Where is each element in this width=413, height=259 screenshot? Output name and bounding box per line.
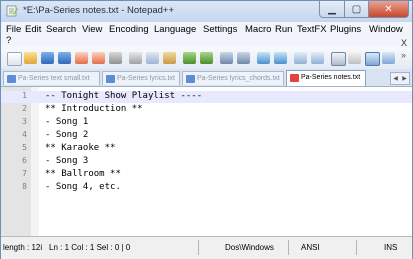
tab-label: Pa-Series notes.txt: [301, 74, 361, 81]
notepad-app-icon: [6, 5, 18, 17]
replace-icon[interactable]: [237, 52, 250, 64]
menu-view[interactable]: View: [82, 24, 102, 35]
editor-line[interactable]: 7 ** Ballroom **: [1, 169, 412, 181]
minimize-button[interactable]: ▁: [319, 1, 345, 18]
tab-label: Pa-Series lyrics.txt: [117, 75, 175, 82]
maximize-icon: ▢: [351, 3, 362, 15]
status-bar: length : 12i Ln : 1 Col : 1 Sel : 0 | 0 …: [1, 236, 412, 259]
save-all-icon[interactable]: [58, 52, 71, 64]
unsaved-file-icon: [290, 74, 299, 82]
saved-file-icon: [7, 75, 16, 83]
line-number: 4: [22, 130, 27, 139]
editor-line[interactable]: 8 - Song 4, etc.: [1, 182, 412, 194]
line-text[interactable]: ** Ballroom **: [45, 169, 121, 179]
minimize-icon: ▁: [328, 3, 336, 15]
user-defined-language-icon[interactable]: [382, 52, 395, 64]
line-text[interactable]: - Song 2: [45, 130, 88, 140]
menu-run[interactable]: Run: [275, 24, 292, 35]
menu-macro[interactable]: Macro: [245, 24, 271, 35]
editor-line[interactable]: 5 ** Karaoke **: [1, 143, 412, 155]
menu-settings[interactable]: Settings: [203, 24, 237, 35]
tab-pa-series-notes[interactable]: Pa-Series notes.txt: [286, 70, 366, 86]
editor-line[interactable]: 3 - Song 1: [1, 117, 412, 129]
new-file-icon[interactable]: [7, 52, 22, 66]
tab-scroll-buttons[interactable]: ◀ ▶: [390, 72, 410, 85]
window-title: *E:\Pa-Series notes.txt - Notepad++: [23, 5, 175, 16]
status-eol-format: Dos\Windows: [225, 243, 274, 252]
line-text[interactable]: - Song 4, etc.: [45, 182, 121, 192]
line-number: 6: [22, 156, 27, 165]
chevron-left-icon[interactable]: ◀: [393, 75, 398, 82]
status-length: length : 12i: [3, 243, 43, 252]
menu-encoding[interactable]: Encoding: [109, 24, 149, 35]
sync-horizontal-icon[interactable]: [311, 52, 324, 64]
document-tabs: Pa-Series text small.txt Pa-Series lyric…: [1, 69, 412, 87]
line-text[interactable]: ** Introduction **: [45, 104, 143, 114]
status-insert-mode: INS: [384, 243, 398, 252]
close-icon[interactable]: [75, 52, 88, 64]
close-icon: ✕: [384, 3, 393, 15]
line-text[interactable]: -- Tonight Show Playlist ----: [45, 91, 202, 101]
menu-edit[interactable]: Edit: [25, 24, 41, 35]
line-number: 2: [22, 104, 27, 113]
menu-language[interactable]: Language: [154, 24, 196, 35]
save-icon[interactable]: [41, 52, 54, 64]
title-bar[interactable]: *E:\Pa-Series notes.txt - Notepad++ ▁ ▢ …: [1, 1, 412, 22]
menu-search[interactable]: Search: [46, 24, 76, 35]
tab-label: Pa-Series text small.txt: [18, 75, 90, 82]
show-all-chars-icon[interactable]: [348, 52, 361, 64]
menu-textfx[interactable]: TextFX: [297, 24, 327, 35]
print-icon[interactable]: [109, 52, 122, 64]
zoom-in-icon[interactable]: [257, 52, 270, 64]
copy-icon[interactable]: [146, 52, 159, 64]
menu-help[interactable]: ?: [6, 35, 11, 46]
line-number: 1: [22, 91, 27, 100]
menu-file[interactable]: File: [6, 24, 21, 35]
paste-icon[interactable]: [163, 52, 176, 64]
toolbar: »: [1, 47, 412, 70]
saved-file-icon: [186, 75, 195, 83]
sync-vertical-icon[interactable]: [294, 52, 307, 64]
zoom-out-icon[interactable]: [274, 52, 287, 64]
text-editor[interactable]: 1 -- Tonight Show Playlist ---- 2 ** Int…: [1, 87, 412, 236]
editor-line[interactable]: 6 - Song 3: [1, 156, 412, 168]
chevron-right-icon[interactable]: ▶: [402, 75, 407, 82]
tab-pa-series-lyrics[interactable]: Pa-Series lyrics.txt: [102, 71, 180, 85]
status-encoding: ANSI: [301, 243, 320, 252]
menu-window[interactable]: Window: [369, 24, 403, 35]
notepad-window: *E:\Pa-Series notes.txt - Notepad++ ▁ ▢ …: [0, 0, 413, 259]
line-text[interactable]: - Song 1: [45, 117, 88, 127]
menu-plugins[interactable]: Plugins: [330, 24, 361, 35]
editor-line[interactable]: 2 ** Introduction **: [1, 104, 412, 116]
status-divider: [198, 240, 199, 255]
open-file-icon[interactable]: [24, 52, 37, 64]
toolbar-overflow-icon[interactable]: »: [401, 50, 406, 60]
line-number: 5: [22, 143, 27, 152]
editor-line[interactable]: 4 - Song 2: [1, 130, 412, 142]
find-icon[interactable]: [220, 52, 233, 64]
line-number: 8: [22, 182, 27, 191]
status-divider: [288, 240, 289, 255]
line-text[interactable]: ** Karaoke **: [45, 143, 115, 153]
word-wrap-icon[interactable]: [331, 52, 346, 66]
close-all-icon[interactable]: [92, 52, 105, 64]
tab-label: Pa-Series lyrics_chords.txt: [197, 75, 280, 82]
line-number: 3: [22, 117, 27, 126]
close-button[interactable]: ✕: [368, 1, 409, 18]
indent-guide-icon[interactable]: [365, 52, 380, 66]
line-number: 7: [22, 169, 27, 178]
status-divider: [356, 240, 357, 255]
saved-file-icon: [106, 75, 115, 83]
editor-line[interactable]: 1 -- Tonight Show Playlist ----: [1, 91, 412, 103]
menu-bar: File Edit Search View Encoding Language …: [1, 22, 412, 48]
line-text[interactable]: - Song 3: [45, 156, 88, 166]
tab-pa-series-text-small[interactable]: Pa-Series text small.txt: [3, 71, 100, 85]
cut-icon[interactable]: [129, 52, 142, 64]
status-cursor-position: Ln : 1 Col : 1 Sel : 0 | 0: [49, 243, 131, 252]
maximize-button[interactable]: ▢: [344, 1, 369, 18]
tab-pa-series-lyrics-chords[interactable]: Pa-Series lyrics_chords.txt: [182, 71, 284, 85]
redo-icon[interactable]: [200, 52, 213, 64]
undo-icon[interactable]: [183, 52, 196, 64]
